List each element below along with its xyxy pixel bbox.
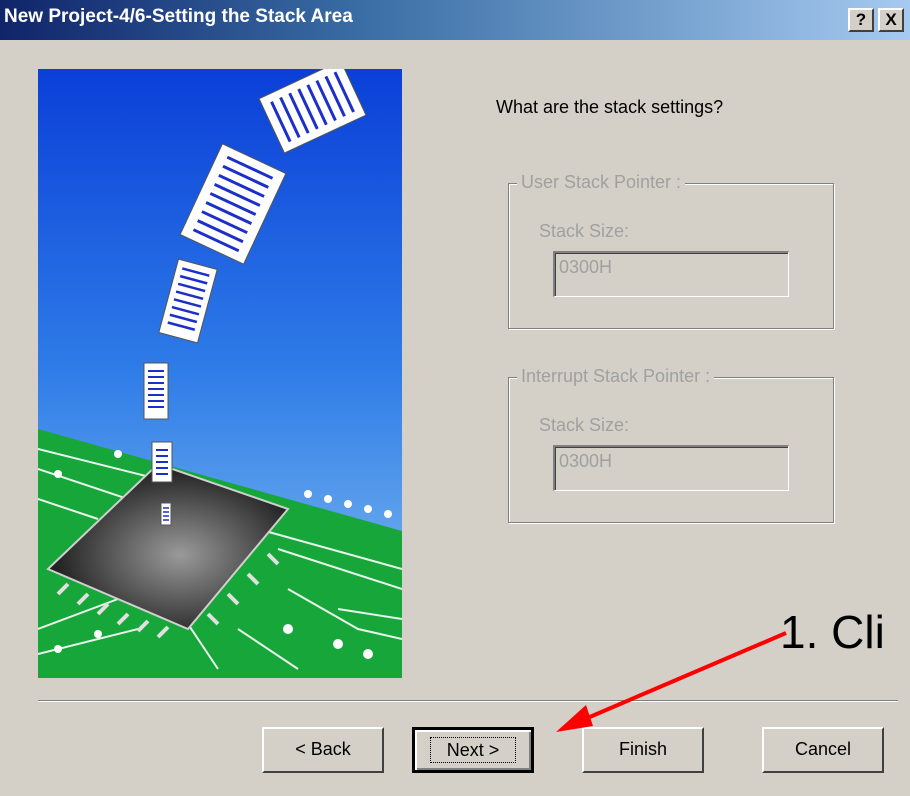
title-bar: New Project-4/6-Setting the Stack Area ?… [0, 0, 910, 40]
finish-button[interactable]: Finish [582, 727, 704, 773]
window-title: New Project-4/6-Setting the Stack Area [4, 6, 353, 27]
user-stack-size-label: Stack Size: [539, 221, 630, 241]
back-button[interactable]: < Back [262, 727, 384, 773]
annotation-arrow-line [577, 631, 787, 724]
annotation-callout-text: 1. Cli [780, 606, 885, 658]
interrupt-stack-pointer-legend: Interrupt Stack Pointer : [517, 366, 715, 387]
help-button[interactable]: ? [848, 8, 874, 32]
next-button[interactable]: Next > [412, 727, 534, 773]
interrupt-stack-size-label: Stack Size: [539, 415, 630, 435]
interrupt-stack-size-input[interactable]: 0300H [553, 445, 789, 491]
button-separator [38, 700, 898, 702]
close-button[interactable]: X [878, 8, 904, 32]
cancel-button[interactable]: Cancel [762, 727, 884, 773]
next-button-label: Next > [429, 737, 517, 763]
wizard-illustration [38, 69, 402, 678]
user-stack-pointer-group: User Stack Pointer : Stack Size: 0300H [508, 172, 834, 329]
interrupt-stack-pointer-group: Interrupt Stack Pointer : Stack Size: 03… [508, 366, 834, 523]
stack-settings-prompt: What are the stack settings? [496, 97, 724, 117]
user-stack-pointer-legend: User Stack Pointer : [517, 172, 686, 193]
user-stack-size-input[interactable]: 0300H [553, 251, 789, 297]
